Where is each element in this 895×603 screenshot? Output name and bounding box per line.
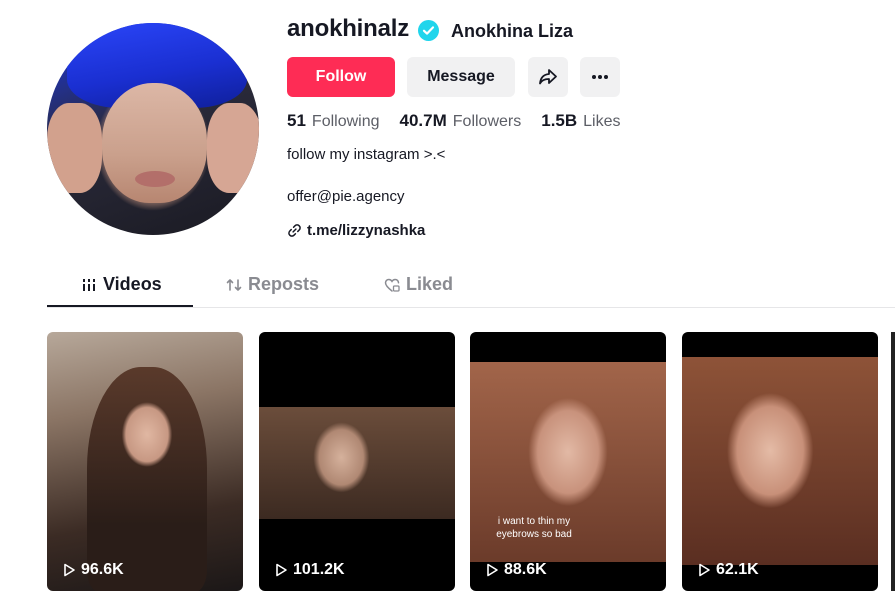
- bio-email: offer@pie.agency: [287, 188, 405, 205]
- active-tab-indicator: [47, 305, 193, 307]
- video-view-count: 88.6K: [504, 561, 547, 578]
- message-button[interactable]: Message: [407, 57, 515, 97]
- next-video-card-edge: [891, 332, 895, 591]
- tab-videos[interactable]: Videos: [81, 274, 162, 295]
- more-dots-icon: [592, 75, 608, 79]
- video-views: 96.6K: [62, 561, 124, 579]
- video-card[interactable]: 101.2K: [259, 332, 455, 591]
- username: anokhinalz: [287, 15, 410, 42]
- liked-heart-lock-icon: [384, 278, 400, 292]
- checkmark-icon: [422, 26, 435, 35]
- profile-link[interactable]: t.me/lizzynashka: [287, 222, 425, 239]
- video-card[interactable]: 96.6K: [47, 332, 243, 591]
- more-options-button[interactable]: [580, 57, 620, 97]
- video-thumbnail: [682, 357, 878, 565]
- link-icon: [288, 224, 301, 237]
- profile-link-text: t.me/lizzynashka: [307, 222, 426, 239]
- following-count: 51: [287, 111, 306, 130]
- play-icon: [64, 563, 75, 577]
- avatar[interactable]: [47, 23, 259, 235]
- video-thumbnail: [87, 367, 207, 591]
- stat-following[interactable]: 51 Following: [287, 111, 380, 131]
- bio-text: follow my instagram >.<: [287, 146, 446, 163]
- likes-count: 1.5B: [541, 111, 578, 130]
- video-thumbnail: [259, 407, 455, 519]
- avatar-hand-left: [47, 103, 102, 193]
- stat-likes: 1.5B Likes: [541, 111, 620, 131]
- verified-badge-icon: [418, 20, 439, 41]
- likes-label: Likes: [583, 113, 621, 130]
- videos-grid-icon: [83, 278, 95, 291]
- play-icon: [699, 563, 710, 577]
- repost-icon: [226, 278, 242, 291]
- profile-stats: 51 Following 40.7M Followers 1.5B Likes: [287, 111, 641, 131]
- avatar-hand-right: [207, 103, 259, 193]
- follow-button[interactable]: Follow: [287, 57, 395, 97]
- video-views: 88.6K: [485, 561, 547, 579]
- avatar-lips: [135, 171, 175, 187]
- play-icon: [276, 563, 287, 577]
- play-icon: [487, 563, 498, 577]
- video-view-count: 101.2K: [293, 561, 345, 578]
- tab-reposts[interactable]: Reposts: [226, 274, 319, 295]
- tab-liked[interactable]: Liked: [384, 274, 453, 295]
- stat-followers[interactable]: 40.7M Followers: [400, 111, 522, 131]
- tab-liked-label: Liked: [406, 274, 454, 294]
- followers-count: 40.7M: [399, 111, 447, 130]
- share-icon: [539, 69, 557, 85]
- display-name: Anokhina Liza: [451, 21, 574, 41]
- video-card[interactable]: 62.1K: [682, 332, 878, 591]
- share-button[interactable]: [528, 57, 568, 97]
- video-views: 101.2K: [274, 561, 345, 579]
- video-caption-overlay: i want to thin my eyebrows so bad: [496, 516, 572, 540]
- followers-label: Followers: [452, 113, 522, 130]
- video-card[interactable]: i want to thin my eyebrows so bad 88.6K: [470, 332, 666, 591]
- video-view-count: 96.6K: [81, 561, 124, 578]
- profile-tabs: Videos Reposts Liked: [47, 266, 895, 308]
- video-views: 62.1K: [697, 561, 759, 579]
- tab-videos-label: Videos: [103, 274, 162, 294]
- tab-reposts-label: Reposts: [248, 274, 320, 294]
- following-label: Following: [311, 113, 380, 130]
- video-view-count: 62.1K: [716, 561, 759, 578]
